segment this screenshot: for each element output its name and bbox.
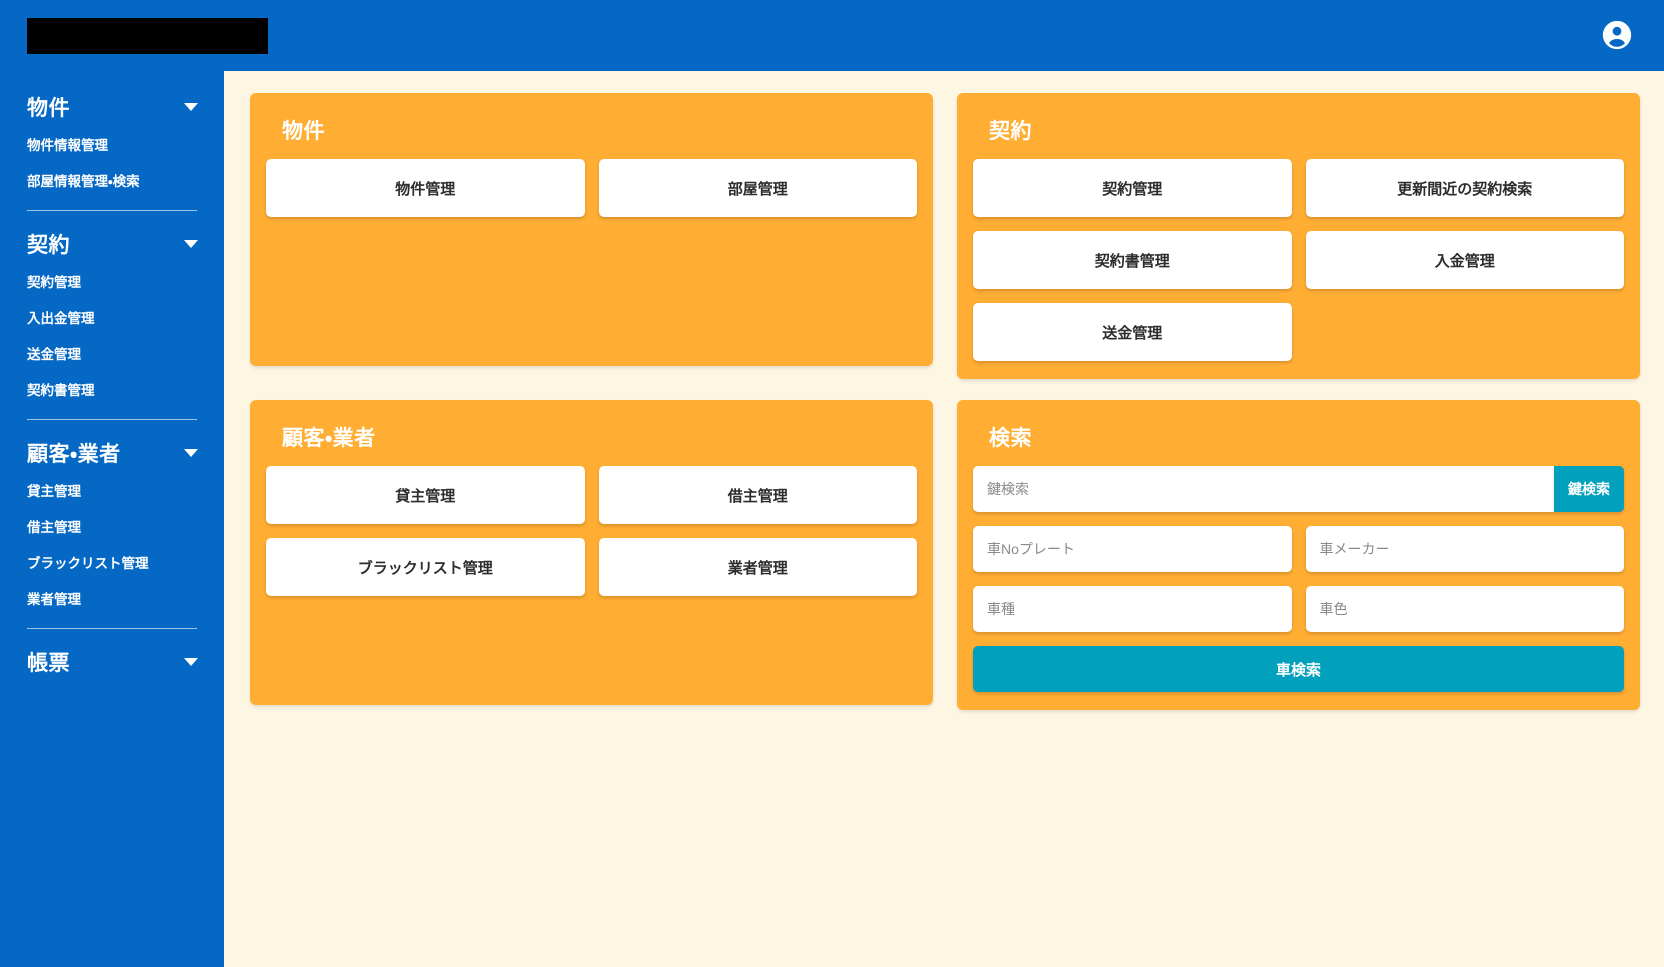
sidebar-section-label: 物件: [27, 92, 178, 122]
dashboard-card-grid: 物件 物件管理 部屋管理 契約 契約管理 更新間近の契約検索 契約書管理 入金管…: [250, 93, 1640, 710]
car-color-input[interactable]: [1306, 586, 1625, 632]
chevron-down-icon: [184, 449, 198, 457]
app-logo-redacted: [27, 18, 268, 54]
sidebar-divider: [27, 628, 197, 629]
card-keiyaku: 契約 契約管理 更新間近の契約検索 契約書管理 入金管理 送金管理: [957, 93, 1640, 379]
tile-gyosha-kanri[interactable]: 業者管理: [599, 538, 918, 596]
car-maker-input[interactable]: [1306, 526, 1625, 572]
sidebar-item-keiyaku-kanri[interactable]: 契約管理: [0, 265, 224, 301]
sidebar-section-label: 帳票: [27, 647, 178, 677]
tile-heya-kanri[interactable]: 部屋管理: [599, 159, 918, 217]
sidebar-section-keiyaku: 契約 契約管理 入出金管理 送金管理 契約書管理: [0, 223, 224, 409]
card-button-grid: 貸主管理 借主管理 ブラックリスト管理 業者管理: [266, 466, 917, 596]
sidebar-item-blacklist-kanri[interactable]: ブラックリスト管理: [0, 546, 224, 582]
card-title: 契約: [989, 115, 1624, 145]
sidebar-section-header-chohyo[interactable]: 帳票: [0, 641, 224, 683]
sidebar-item-heya-joho-kanri-kensaku[interactable]: 部屋情報管理・検索: [0, 164, 224, 200]
top-header-bar: [0, 0, 1664, 71]
tile-kashinushi-kanri[interactable]: 貸主管理: [266, 466, 585, 524]
key-search-row: 鍵検索: [973, 466, 1624, 512]
sidebar-section-label: 顧客・業者: [27, 438, 178, 468]
tile-keiyaku-kanri[interactable]: 契約管理: [973, 159, 1292, 217]
tile-bukken-kanri[interactable]: 物件管理: [266, 159, 585, 217]
car-search-fields: [973, 526, 1624, 632]
tile-sokin-kanri[interactable]: 送金管理: [973, 303, 1292, 361]
application-root: 物件 物件情報管理 部屋情報管理・検索 契約 契約管理 入出金管理 送金管理 契…: [0, 0, 1664, 967]
card-title: 顧客・業者: [282, 422, 917, 452]
card-button-grid: 契約管理 更新間近の契約検索 契約書管理 入金管理 送金管理: [973, 159, 1624, 361]
sidebar-item-kashinushi-kanri[interactable]: 貸主管理: [0, 474, 224, 510]
key-search-button[interactable]: 鍵検索: [1554, 466, 1624, 512]
main-content: 物件 物件管理 部屋管理 契約 契約管理 更新間近の契約検索 契約書管理 入金管…: [224, 71, 1664, 967]
sidebar-section-kokyaku-gyosha: 顧客・業者 貸主管理 借主管理 ブラックリスト管理 業者管理: [0, 432, 224, 618]
sidebar-item-gyosha-kanri[interactable]: 業者管理: [0, 582, 224, 618]
card-button-grid: 物件管理 部屋管理: [266, 159, 917, 217]
chevron-down-icon: [184, 240, 198, 248]
account-circle-icon[interactable]: [1597, 15, 1637, 55]
sidebar-section-bukken: 物件 物件情報管理 部屋情報管理・検索: [0, 86, 224, 200]
tile-blacklist-kanri[interactable]: ブラックリスト管理: [266, 538, 585, 596]
car-type-input[interactable]: [973, 586, 1292, 632]
tile-nyukin-kanri[interactable]: 入金管理: [1306, 231, 1625, 289]
tile-karinushi-kanri[interactable]: 借主管理: [599, 466, 918, 524]
sidebar-divider: [27, 210, 197, 211]
sidebar-section-header-keiyaku[interactable]: 契約: [0, 223, 224, 265]
sidebar-section-header-bukken[interactable]: 物件: [0, 86, 224, 128]
sidebar-item-nyushukkin-kanri[interactable]: 入出金管理: [0, 301, 224, 337]
card-bukken: 物件 物件管理 部屋管理: [250, 93, 933, 366]
card-title: 検索: [989, 422, 1624, 452]
car-plate-input[interactable]: [973, 526, 1292, 572]
car-search-button[interactable]: 車検索: [973, 646, 1624, 692]
sidebar-item-karinushi-kanri[interactable]: 借主管理: [0, 510, 224, 546]
tile-koshin-majika-keiyaku-kensaku[interactable]: 更新間近の契約検索: [1306, 159, 1625, 217]
card-kensaku: 検索 鍵検索 車検索: [957, 400, 1640, 710]
sidebar-item-bukken-joho-kanri[interactable]: 物件情報管理: [0, 128, 224, 164]
sidebar-section-header-kokyaku-gyosha[interactable]: 顧客・業者: [0, 432, 224, 474]
card-title: 物件: [282, 115, 917, 145]
sidebar-section-label: 契約: [27, 229, 178, 259]
tile-keiyakusho-kanri[interactable]: 契約書管理: [973, 231, 1292, 289]
chevron-down-icon: [184, 658, 198, 666]
sidebar-item-keiyakusho-kanri[interactable]: 契約書管理: [0, 373, 224, 409]
sidebar-section-chohyo: 帳票: [0, 641, 224, 683]
sidebar-navigation: 物件 物件情報管理 部屋情報管理・検索 契約 契約管理 入出金管理 送金管理 契…: [0, 0, 224, 967]
chevron-down-icon: [184, 103, 198, 111]
card-kokyaku-gyosha: 顧客・業者 貸主管理 借主管理 ブラックリスト管理 業者管理: [250, 400, 933, 705]
key-search-input[interactable]: [973, 466, 1554, 512]
sidebar-item-sokin-kanri[interactable]: 送金管理: [0, 337, 224, 373]
sidebar-divider: [27, 419, 197, 420]
